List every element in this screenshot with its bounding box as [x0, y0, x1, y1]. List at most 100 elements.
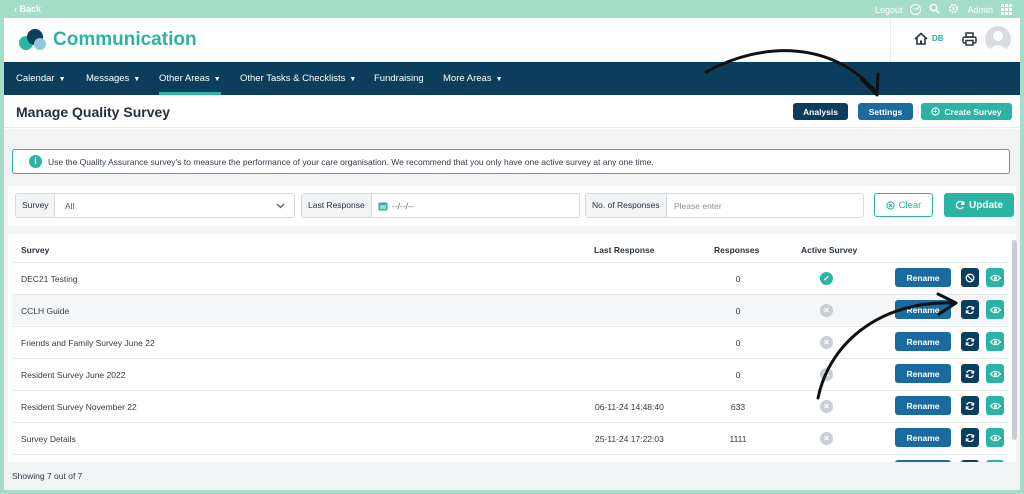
survey-filter-label: Survey	[16, 194, 56, 217]
nav-item-more-areas[interactable]: More Areas ▼	[443, 62, 503, 95]
eye-icon	[989, 338, 1001, 345]
info-banner: i Use the Quality Assurance survey's to …	[12, 149, 1010, 174]
info-text: Use the Quality Assurance survey's to me…	[48, 157, 654, 167]
nav-item-messages[interactable]: Messages ▼	[86, 62, 140, 95]
avatar[interactable]	[985, 26, 1011, 52]
nav-item-fundraising[interactable]: Fundraising	[374, 62, 424, 95]
apps-grid-icon[interactable]	[1001, 4, 1012, 15]
table-row: Resident Survey June 2022 0 ✕ Rename	[12, 358, 1008, 389]
user-label[interactable]: Admin	[967, 5, 993, 15]
survey-filter[interactable]: Survey All	[15, 193, 295, 218]
table-row: CCLH Guide 0 ✕ Rename	[12, 294, 1008, 325]
survey-name: Friends and Family Survey June 22	[21, 338, 155, 348]
gear-icon[interactable]	[948, 3, 959, 16]
responses-filter[interactable]: No. of Responses Please enter	[585, 193, 864, 218]
main-nav: Calendar ▼ Messages ▼ Other Areas ▼ Other T…	[4, 62, 1020, 95]
chevron-down-icon: ▼	[495, 76, 503, 83]
filter-bar: Survey All Last Response --/--/-- No. of…	[8, 186, 1016, 226]
table-scrollbar[interactable]	[1012, 240, 1017, 440]
responses-cell: 0	[735, 370, 741, 380]
clear-label: Clear	[898, 199, 922, 211]
eye-icon	[989, 402, 1001, 409]
survey-name: DEC21 Testing	[21, 274, 78, 284]
eye-icon	[989, 306, 1001, 313]
inactive-x-icon: ✕	[820, 432, 833, 445]
rename-button[interactable]: Rename	[895, 396, 951, 415]
nav-item-other-tasks[interactable]: Other Tasks & Checklists ▼	[240, 62, 356, 95]
view-button[interactable]	[986, 428, 1004, 447]
nav-label: Other Areas	[159, 73, 210, 84]
nav-item-other-areas[interactable]: Other Areas ▼	[159, 62, 221, 95]
responses-cell: 0	[735, 274, 741, 284]
active-check-icon: ✓	[820, 272, 833, 285]
activate-button-partial[interactable]	[961, 460, 979, 462]
view-button[interactable]	[986, 364, 1004, 383]
rename-button[interactable]: Rename	[895, 268, 951, 287]
nav-label: Calendar	[16, 73, 55, 84]
clear-icon	[886, 200, 895, 210]
eye-icon	[989, 274, 1001, 281]
nav-label: Other Tasks & Checklists	[240, 73, 346, 84]
survey-name: CCLH Guide	[21, 306, 70, 316]
rename-button-partial[interactable]	[895, 460, 951, 462]
inactive-x-icon: ✕	[820, 400, 833, 413]
rename-button[interactable]: Rename	[895, 428, 951, 447]
pagination-summary: Showing 7 out of 7	[12, 471, 83, 481]
nav-label: Fundraising	[374, 73, 424, 84]
last-response-label: Last Response	[302, 194, 372, 217]
calendar-icon	[378, 202, 388, 211]
chevron-down-icon: ▼	[213, 76, 221, 83]
column-header-last-response[interactable]: Last Response	[594, 245, 654, 255]
search-icon[interactable]	[929, 3, 941, 16]
page-header: Manage Quality Survey Analysis Settings …	[4, 95, 1020, 128]
create-survey-button[interactable]: Create Survey	[921, 103, 1012, 120]
survey-table: Survey Last Response Responses Active Su…	[8, 234, 1016, 462]
responses-label: No. of Responses	[586, 194, 667, 217]
eye-icon	[989, 434, 1001, 441]
nav-item-calendar[interactable]: Calendar ▼	[16, 62, 66, 95]
app-header: Communication DB	[4, 18, 1020, 62]
inactive-x-icon: ✕	[820, 368, 833, 381]
last-response-placeholder: --/--/--	[392, 201, 414, 211]
settings-button[interactable]: Settings	[858, 103, 913, 120]
column-header-survey[interactable]: Survey	[21, 245, 49, 255]
rename-button[interactable]: Rename	[895, 332, 951, 351]
home-button[interactable]: DB	[914, 32, 944, 45]
view-button[interactable]	[986, 300, 1004, 319]
analysis-button[interactable]: Analysis	[793, 103, 848, 120]
refresh-icon	[965, 401, 975, 410]
activate-button[interactable]	[961, 332, 979, 351]
rename-button[interactable]: Rename	[895, 300, 951, 319]
refresh-icon	[965, 369, 975, 378]
eye-icon	[989, 370, 1001, 377]
print-button[interactable]	[962, 32, 977, 51]
clear-button[interactable]: Clear	[874, 193, 933, 217]
rename-button[interactable]: Rename	[895, 364, 951, 383]
refresh-icon	[965, 337, 975, 346]
logout-link[interactable]: Logout	[875, 5, 903, 15]
activate-button[interactable]	[961, 428, 979, 447]
column-header-responses[interactable]: Responses	[714, 245, 759, 255]
column-header-active-survey[interactable]: Active Survey	[801, 245, 857, 255]
back-link[interactable]: ‹ Back	[14, 4, 41, 14]
survey-name: Survey Details	[21, 434, 76, 444]
view-button[interactable]	[986, 396, 1004, 415]
activate-button[interactable]	[961, 396, 979, 415]
chevron-down-icon: ▼	[133, 76, 141, 83]
chevron-down-icon: ▼	[58, 76, 66, 83]
responses-input[interactable]: Please enter	[674, 201, 722, 211]
logout-icon[interactable]: ⇥	[910, 4, 922, 15]
activate-button[interactable]	[961, 364, 979, 383]
last-response-filter[interactable]: Last Response --/--/--	[301, 193, 580, 218]
view-button[interactable]	[986, 332, 1004, 351]
view-button[interactable]	[986, 268, 1004, 287]
responses-cell: 0	[735, 338, 741, 348]
view-button-partial[interactable]	[986, 460, 1004, 462]
survey-name: Resident Survey November 22	[21, 402, 137, 412]
table-row-partial	[12, 454, 1008, 462]
deactivate-button[interactable]	[961, 268, 979, 287]
activate-button[interactable]	[961, 300, 979, 319]
block-icon	[965, 273, 975, 282]
update-button[interactable]: Update	[944, 193, 1014, 217]
home-icon	[914, 32, 928, 45]
